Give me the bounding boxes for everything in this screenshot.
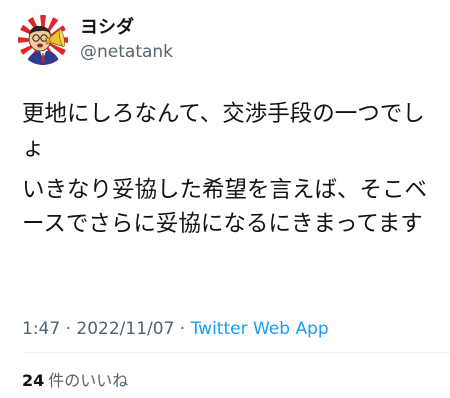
tweet-date[interactable]: 2022/11/07: [76, 319, 174, 339]
tweet-header: ヨシダ @netatank: [18, 14, 173, 66]
handle[interactable]: @netatank: [80, 41, 173, 63]
likes-count: 24: [22, 371, 45, 390]
divider: [22, 352, 450, 353]
cartoon-man-megaphone-avatar-icon: [18, 15, 68, 65]
tweet-paragraph-1: 更地にしろなんて、交渉手段の一つでしょ: [22, 101, 425, 161]
meta-separator: ·: [179, 319, 186, 339]
avatar[interactable]: [18, 15, 68, 65]
likes-link[interactable]: 24 件のいいね: [22, 370, 128, 392]
tweet-text: 更地にしろなんて、交渉手段の一つでしょ いきなり妥協した希望を言えば、そこベース…: [22, 97, 437, 241]
author-names: ヨシダ @netatank: [80, 17, 173, 63]
tweet-time[interactable]: 1:47: [22, 319, 60, 339]
tweet-card: ヨシダ @netatank 更地にしろなんて、交渉手段の一つでしょ いきなり妥協…: [0, 0, 450, 398]
display-name[interactable]: ヨシダ: [80, 17, 173, 39]
likes-label: 件のいいね: [48, 371, 129, 390]
tweet-source-link[interactable]: Twitter Web App: [191, 319, 329, 339]
meta-separator: ·: [65, 319, 71, 339]
tweet-paragraph-2: いきなり妥協した希望を言えば、そこベースでさらに妥協になるにきまってます: [22, 177, 428, 237]
tweet-meta: 1:47 · 2022/11/07 · Twitter Web App: [22, 318, 329, 340]
